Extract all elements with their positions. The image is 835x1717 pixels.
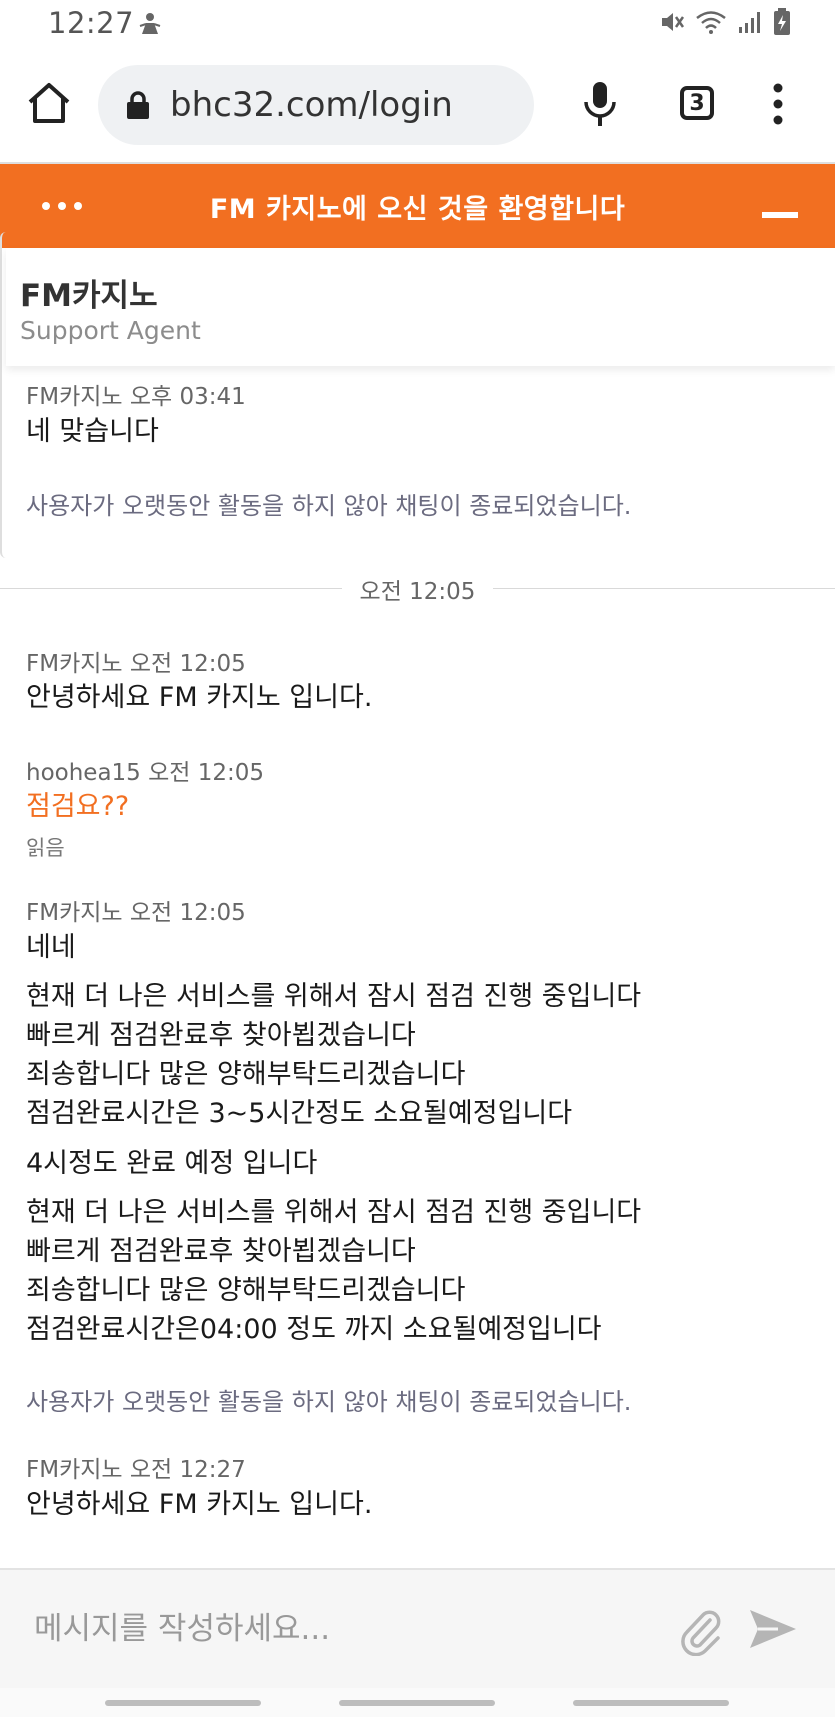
attach-icon[interactable] (680, 1608, 724, 1656)
gesture-pill[interactable] (573, 1700, 729, 1706)
message-line: 현재 더 나은 서비스를 위해서 잠시 점검 진행 중입니다 (26, 981, 642, 1012)
browser-toolbar: bhc32.com/login 3 (0, 52, 835, 162)
status-bar: 12:27 (0, 0, 835, 52)
chat-header: FM 카지노에 오신 것을 환영합니다 (0, 164, 835, 248)
tabs-button[interactable]: 3 (680, 86, 714, 120)
day-divider-text: 오전 12:05 (341, 579, 494, 605)
battery-icon (774, 8, 790, 35)
url-bar[interactable]: bhc32.com/login (98, 65, 534, 145)
signal-icon (739, 12, 760, 33)
message-meta: FM카지노 오전 12:05 (26, 900, 246, 926)
message-text: 4시정도 완료 예정 입니다 (26, 1148, 318, 1179)
chat-ended-notice: 사용자가 오랫동안 활동을 하지 않아 채팅이 종료되었습니다. (26, 492, 632, 520)
silent-icon (662, 13, 685, 31)
chat-ended-notice: 사용자가 오랫동안 활동을 하지 않아 채팅이 종료되었습니다. (26, 1388, 632, 1416)
user-message-text: 점검요?? (26, 791, 130, 822)
chat-header-title: FM 카지노에 오신 것을 환영합니다 (209, 193, 626, 225)
navigation-gesture-bar (0, 1688, 835, 1717)
lock-icon (127, 91, 149, 119)
agent-name: FM카지노 (20, 278, 158, 314)
message-meta: FM카지노 오전 12:27 (26, 1457, 246, 1483)
message-meta: FM카지노 오후 03:41 (26, 384, 246, 410)
gesture-pill[interactable] (339, 1700, 495, 1706)
minimize-icon[interactable] (762, 212, 798, 218)
message-line: 점검완료시간은 3~5시간정도 소요될예정입니다 (26, 1098, 573, 1129)
message-meta: FM카지노 오전 12:05 (26, 651, 246, 677)
gesture-pill[interactable] (105, 1700, 261, 1706)
day-divider: 오전 12:05 (0, 572, 835, 606)
message-line: 현재 더 나은 서비스를 위해서 잠시 점검 진행 중입니다 (26, 1197, 642, 1228)
send-icon[interactable] (748, 1606, 798, 1652)
message-text: 안녕하세요 FM 카지노 입니다. (26, 682, 373, 713)
status-time: 12:27 (48, 6, 135, 40)
agent-card: FM카지노 Support Agent (6, 248, 835, 366)
message-meta: hoohea15 오전 12:05 (26, 760, 265, 786)
notification-icon (139, 13, 161, 34)
message-input[interactable] (32, 1602, 636, 1656)
message-block: 현재 더 나은 서비스를 위해서 잠시 점검 진행 중입니다 빠르게 점검완료후… (26, 1193, 641, 1349)
message-line: 빠르게 점검완료후 찾아뵙겠습니다 (26, 1236, 416, 1267)
tabs-count: 3 (689, 90, 705, 116)
message-text: 네네 (26, 932, 76, 963)
message-text: 안녕하세요 FM 카지노 입니다. (26, 1489, 373, 1520)
message-line: 빠르게 점검완료후 찾아뵙겠습니다 (26, 1020, 416, 1051)
agent-role: Support Agent (20, 316, 201, 345)
message-block: 현재 더 나은 서비스를 위해서 잠시 점검 진행 중입니다 빠르게 점검완료후… (26, 977, 641, 1133)
url-text: bhc32.com/login (170, 85, 453, 125)
day-divider-label: 오전 12:05 (0, 572, 835, 606)
message-line: 점검완료시간은04:00 정도 까지 소요될예정입니다 (26, 1314, 602, 1345)
status-icons (659, 8, 791, 36)
message-text: 네 맞습니다 (26, 416, 159, 447)
dots-icon[interactable] (40, 200, 84, 212)
more-vert-icon[interactable] (770, 82, 786, 126)
message-line: 죄송합니다 많은 양해부탁드리겠습니다 (26, 1059, 466, 1090)
mic-icon[interactable] (580, 80, 620, 128)
message-input-bar (0, 1568, 835, 1690)
wifi-icon (696, 11, 726, 34)
message-line: 죄송합니다 많은 양해부탁드리겠습니다 (26, 1275, 466, 1306)
read-receipt: 읽음 (26, 836, 65, 860)
home-icon[interactable] (26, 80, 72, 126)
